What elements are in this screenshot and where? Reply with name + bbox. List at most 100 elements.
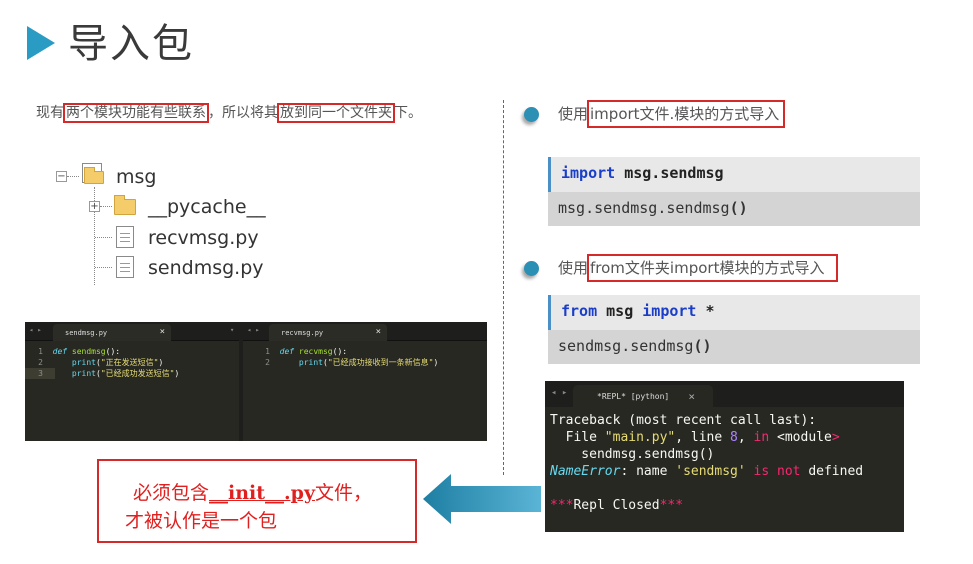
repl-text: < [769,430,785,445]
tab-nav-icon[interactable]: ◂ ▸ [247,326,260,334]
repl-text: , [737,430,754,445]
code-text: * [696,302,715,320]
code-text: (): [105,347,121,356]
callout-filename: __init__.py [209,482,315,504]
desc-part-1: 现有 [36,105,64,121]
section-divider [503,100,504,475]
code-block-1: import msg.sendmsg msg.sendmsg.sendmsg() [548,157,920,226]
method-text: 使用 [558,259,589,277]
code-text: msg.sendmsg.sendmsg [558,199,730,217]
desc-highlight-2: 放到同一个文件夹 [277,103,395,123]
line-number: 2 [38,358,43,367]
repl-text: defined [800,464,864,479]
code-import-line: import msg.sendmsg [548,157,920,192]
editor-tab-label: recvmsg.py [281,329,324,337]
file-icon [116,256,134,278]
editor-tab-recvmsg[interactable]: recvmsg.py × [269,324,387,341]
left-arrow-icon [423,474,541,524]
tree-connector [67,176,79,177]
repl-tab[interactable]: *REPL* [python] × [573,385,713,407]
repl-tab-label: *REPL* [python] [597,392,670,401]
line-number: 1 [265,347,270,356]
code-line: 1 def recvmsg(): [252,346,347,357]
code-function: recvmsg [298,347,333,356]
code-builtin: print [279,358,323,367]
code-string: "已经成功接收到一条新信息" [327,358,434,367]
repl-line: File "main.py", line 8, in <module> [550,429,840,446]
tab-nav-icon[interactable]: ◂ ▸ [29,326,42,334]
method-2-highlight: from文件夹import模块的方式导入 [587,254,839,282]
code-text: ) [433,358,439,367]
code-text: (): [332,347,348,356]
repl-string: 'sendmsg' [675,464,746,479]
code-block-2: from msg import * sendmsg.sendmsg() [548,295,920,364]
code-line: 2 print("正在发送短信") [25,357,163,368]
code-text: msg [597,302,643,320]
code-call-line: sendmsg.sendmsg() [548,330,920,364]
code-import-line: from msg import * [548,295,920,330]
tree-root-label[interactable]: msg [116,165,156,189]
code-text: ) [174,369,180,378]
desc-part-3: 下。 [394,105,422,121]
code-editor: ◂ ▸ sendmsg.py × ▾ ◂ ▸ recvmsg.py × 1 de… [25,322,487,441]
repl-line: NameError: name 'sendmsg' is not defined [550,463,863,480]
editor-tab-label: sendmsg.py [65,329,108,337]
repl-keyword: *** [659,498,684,513]
close-icon[interactable]: × [376,327,381,337]
callout-text: 文件， [314,482,372,504]
bullet-icon [524,261,539,276]
repl-number: 8 [730,430,738,445]
repl-text: module [784,430,832,445]
callout-text: 必须包含 [133,482,210,504]
repl-error-type: NameError [550,464,621,479]
repl-string: "main.py" [604,430,676,445]
tree-item-recvmsg[interactable]: recvmsg.py [148,226,259,250]
repl-text: File [550,430,605,445]
expand-toggle-icon[interactable]: + [89,201,100,212]
repl-window: ◂ ▸ *REPL* [python] × Traceback (most re… [545,381,904,532]
editor-tab-sendmsg[interactable]: sendmsg.py × [53,324,171,341]
callout-line-1: 必须包含__init__.py文件， [133,480,372,506]
pane-separator [239,322,243,441]
repl-keyword: *** [550,498,574,513]
close-icon[interactable]: × [160,327,165,337]
code-function: sendmsg [71,347,106,356]
repl-keyword: in [753,430,770,445]
tree-item-sendmsg[interactable]: sendmsg.py [148,256,264,280]
dropdown-icon[interactable]: ▾ [230,326,234,334]
tree-item-pycache[interactable]: __pycache__ [148,195,266,219]
close-icon[interactable]: × [688,390,695,403]
method-1-highlight: import文件.模块的方式导入 [587,100,786,128]
desc-highlight-1: 两个模块功能有些联系 [63,103,209,123]
callout-line-2: 才被认作是一个包 [125,510,278,532]
code-text: sendmsg.sendmsg [558,337,694,355]
code-line: 3 print("已经成功发送短信") [25,368,179,379]
code-string: "已经成功发送短信" [100,369,175,378]
file-icon [116,226,134,248]
repl-text: Traceback (most recent call last): [550,413,817,428]
desc-part-2: ，所以将其 [208,105,278,121]
method-1-text: 使用 import文件.模块的方式导入 [558,100,786,128]
code-builtin: print [52,369,96,378]
code-line: 2 print("已经成功接收到一条新信息") [252,357,438,368]
package-folder-icon [84,167,104,184]
code-call-line: msg.sendmsg.sendmsg() [548,192,920,226]
repl-line: sendmsg.sendmsg() [550,446,714,463]
code-keyword: def [52,347,72,356]
bullet-icon [524,107,539,122]
repl-text: , line [675,430,731,445]
line-number: 1 [38,347,43,356]
code-paren: () [729,199,748,217]
repl-line: Traceback (most recent call last): [550,412,816,429]
tree-connector [95,267,112,268]
code-string: "正在发送短信" [100,358,159,367]
collapse-toggle-icon[interactable]: − [56,171,67,182]
code-line: 1 def sendmsg(): [25,346,120,357]
code-text: ) [158,358,164,367]
method-text: 使用 [558,105,589,123]
code-keyword: def [279,347,299,356]
code-keyword: import [642,302,697,320]
code-text: msg.sendmsg [615,164,724,182]
tab-nav-icon[interactable]: ◂ ▸ [551,388,567,398]
repl-text: sendmsg.sendmsg() [550,447,715,462]
